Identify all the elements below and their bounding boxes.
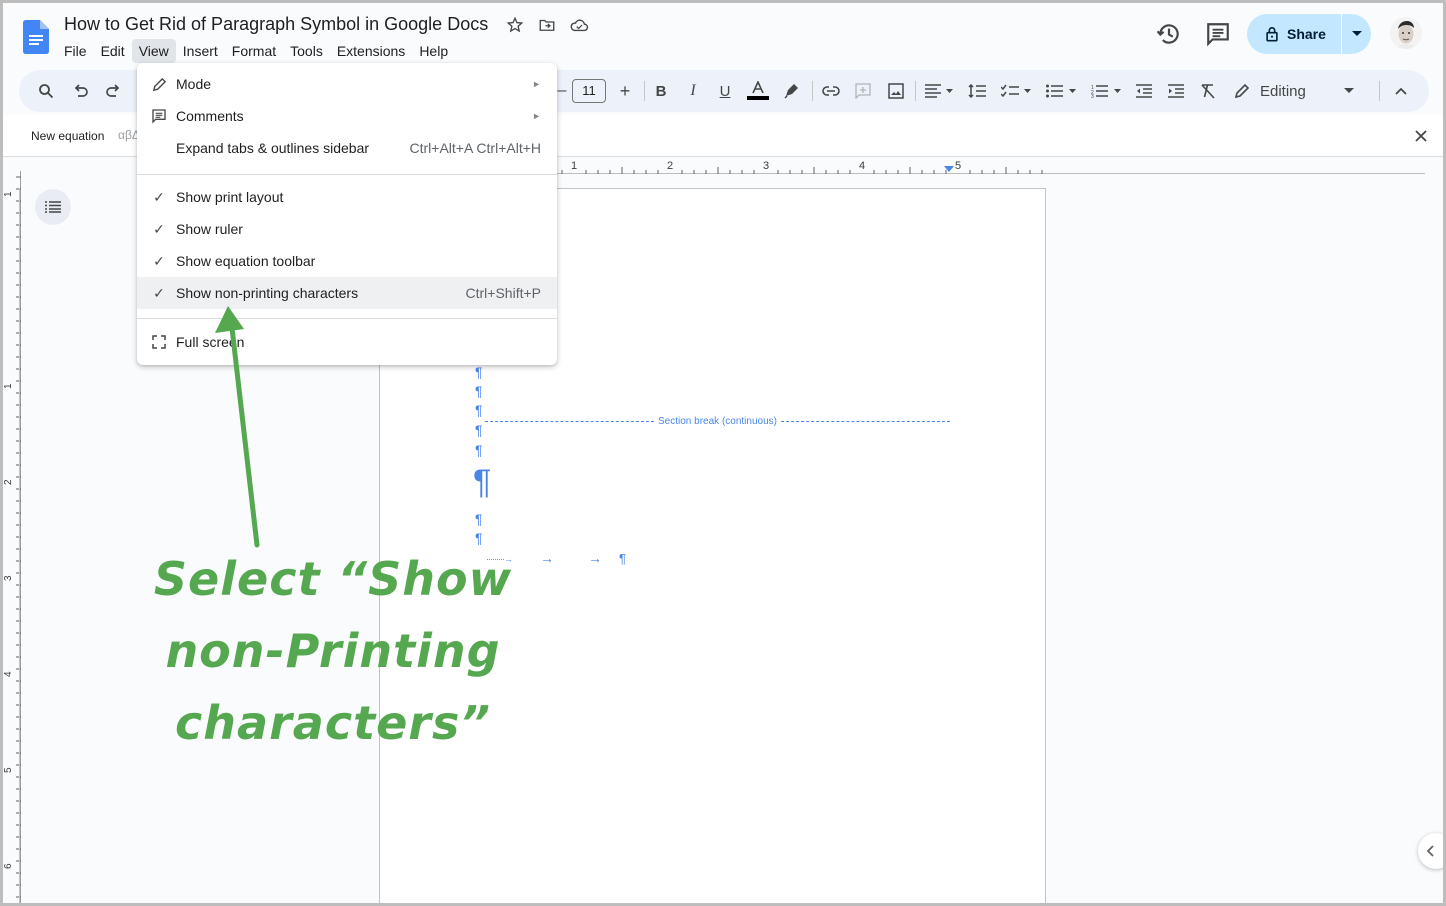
annotation-line: non-Printing: [165, 624, 501, 678]
chevron-left-icon: [1427, 845, 1434, 857]
google-docs-window: How to Get Rid of Paragraph Symbol in Go…: [3, 3, 1443, 903]
annotation-arrow-icon: [215, 306, 260, 548]
annotation-line: characters”: [175, 696, 491, 750]
annotation-callout: Select “Show non-Printing characters”: [153, 543, 513, 763]
annotation-line: Select “Show: [153, 552, 513, 606]
